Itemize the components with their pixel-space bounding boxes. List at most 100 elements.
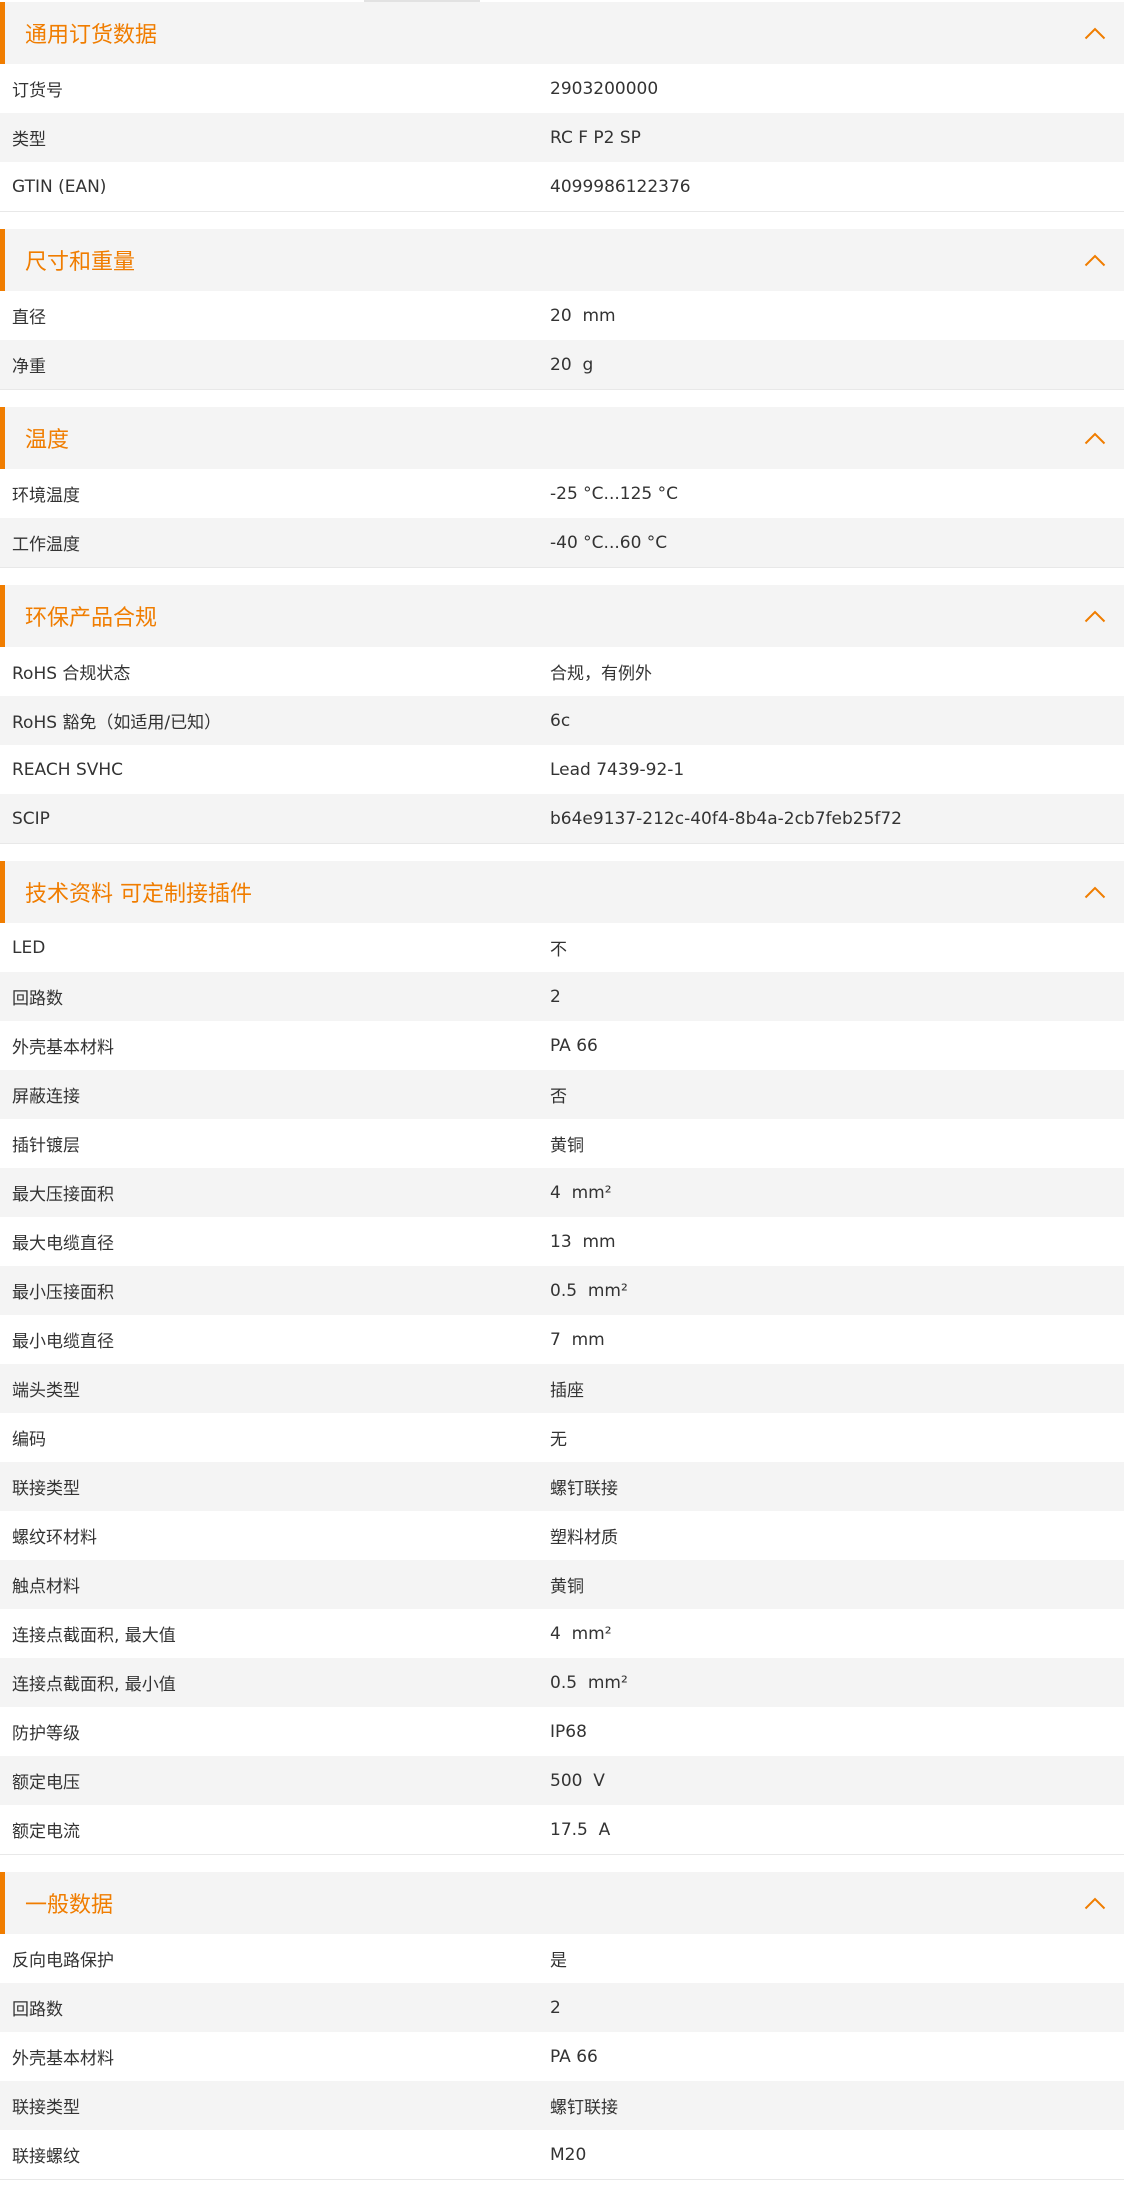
chevron-up-icon[interactable] [1080,1888,1110,1918]
spec-label: 外壳基本材料 [12,1038,114,1058]
spec-row: 最小电缆直径 7 mm [0,1315,1124,1364]
chevron-up-icon[interactable] [1080,18,1110,48]
spec-label: 回路数 [12,2000,63,2020]
spec-value: 黄铜 [550,1136,584,1156]
spec-value: 2903200000 [550,78,659,99]
spec-value: RC F P2 SP [550,127,641,148]
product-spec-page: 通用订货数据订货号 2903200000 类型 RC F P2 SP GTIN (EAN… [0,0,1124,2180]
spec-row: REACH SVHC Lead 7439-92-1 [0,745,1124,794]
section-title: 尺寸和重量 [25,250,136,275]
spec-label: 反向电路保护 [12,1951,114,1971]
spec-value: -25 °C...125 °C [550,483,678,504]
spec-row: 螺纹环材料 塑料材质 [0,1511,1124,1560]
section-header-toggle[interactable]: 技术资料 可定制接插件 [0,861,1124,923]
spec-label: 类型 [12,130,46,150]
spec-label: 触点材料 [12,1577,80,1597]
spec-section: 技术资料 可定制接插件 LED 不回路数 2 外壳基本材料 PA 66 屏蔽连接否插针镀层黄… [0,861,1124,1855]
spec-label: GTIN (EAN) [12,176,107,197]
section-title: 环保产品合规 [25,606,158,631]
spec-value: -40 °C...60 °C [550,532,668,553]
spec-row: 最大电缆直径 13 mm [0,1217,1124,1266]
spec-row: RoHS 豁免（如适用/已知） 6c [0,696,1124,745]
spec-value: 4099986122376 [550,176,691,197]
spec-value: 2 [550,986,561,1007]
section-header-toggle[interactable]: 一般数据 [0,1872,1124,1934]
spec-value: 无 [550,1430,567,1450]
spec-value: M20 [550,2144,587,2165]
spec-label: 外壳基本材料 [12,2049,114,2069]
spec-label: 连接点截面积, 最小值 [12,1675,176,1695]
spec-label: 净重 [12,357,46,377]
section-header-toggle[interactable]: 温度 [0,407,1124,469]
chevron-up-icon[interactable] [1080,877,1110,907]
chevron-up-icon[interactable] [1080,601,1110,631]
spec-label: 最小电缆直径 [12,1332,114,1352]
spec-label: 工作温度 [12,535,80,555]
spec-value: IP68 [550,1721,587,1742]
spec-value: 7 mm [550,1329,605,1350]
spec-label: 订货号 [12,81,63,101]
spec-label: 额定电流 [12,1822,80,1842]
section-title: 温度 [25,428,70,453]
spec-value: 6c [550,710,571,731]
spec-row: 工作温度 -40 °C...60 °C [0,518,1124,567]
spec-label: LED [12,937,46,958]
spec-value: 20 g [550,354,594,375]
spec-value: 黄铜 [550,1577,584,1597]
spec-value: 否 [550,1087,567,1107]
spec-label: RoHS 合规状态 [12,664,131,684]
spec-label: 额定电压 [12,1773,80,1793]
spec-label: 联接类型 [12,2098,80,2118]
spec-row: 直径 20 mm [0,291,1124,340]
spec-value: 4 mm² [550,1623,612,1644]
spec-value: PA 66 [550,1035,598,1056]
spec-row: 最小压接面积 0.5 mm² [0,1266,1124,1315]
spec-value: 4 mm² [550,1182,612,1203]
spec-row: LED 不 [0,923,1124,972]
spec-label: 最大电缆直径 [12,1234,114,1254]
section-header-toggle[interactable]: 尺寸和重量 [0,229,1124,291]
chevron-up-icon[interactable] [1080,245,1110,275]
spec-label: REACH SVHC [12,759,124,780]
chevron-up-icon[interactable] [1080,423,1110,453]
spec-row: SCIP b64e9137-212c-40f4-8b4a-2cb7feb25f72 [0,794,1124,843]
spec-label: 回路数 [12,989,63,1009]
spec-section: 一般数据 反向电路保护 是回路数 2 外壳基本材料 PA 66 联接类型 螺钉联接 联接螺纹 M2… [0,1872,1124,2180]
spec-row: 连接点截面积, 最大值 4 mm² [0,1609,1124,1658]
spec-row: 最大压接面积 4 mm² [0,1168,1124,1217]
section-title: 通用订货数据 [25,23,158,48]
spec-label: SCIP [12,808,50,829]
spec-value: Lead 7439-92-1 [550,759,685,780]
spec-label: 插针镀层 [12,1136,80,1156]
spec-section: 环保产品合规 RoHS 合规状态 合规，有例外 RoHS 豁免（如适用/已知） 6c RE… [0,585,1124,844]
spec-label: 环境温度 [12,486,80,506]
spec-label: RoHS 豁免（如适用/已知） [12,713,222,733]
spec-row: RoHS 合规状态 合规，有例外 [0,647,1124,696]
spec-value: 13 mm [550,1231,616,1252]
spec-row: 插针镀层 黄铜 [0,1119,1124,1168]
spec-value: 2 [550,1997,561,2018]
spec-row: 额定电流 17.5 A [0,1805,1124,1854]
spec-value: 0.5 mm² [550,1672,628,1693]
spec-value: 塑料材质 [550,1528,618,1548]
spec-row: 屏蔽连接 否 [0,1070,1124,1119]
spec-rows: 直径 20 mm 净重 20 g [0,291,1124,390]
spec-row: 触点材料 黄铜 [0,1560,1124,1609]
spec-rows: 订货号 2903200000 类型 RC F P2 SP GTIN (EAN) 40999… [0,64,1124,212]
spec-label: 联接类型 [12,1479,80,1499]
section-header-toggle[interactable]: 环保产品合规 [0,585,1124,647]
spec-row: 环境温度 -25 °C...125 °C [0,469,1124,518]
spec-rows: LED 不回路数 2 外壳基本材料 PA 66 屏蔽连接否插针镀层 黄铜 最大压接面积 4 mm… [0,923,1124,1855]
spec-label: 螺纹环材料 [12,1528,97,1548]
spec-row: 编码 无 [0,1413,1124,1462]
spec-label: 编码 [12,1430,46,1450]
spec-label: 屏蔽连接 [12,1087,80,1107]
spec-label: 连接点截面积, 最大值 [12,1626,176,1646]
spec-row: 额定电压 500 V [0,1756,1124,1805]
spec-label: 直径 [12,308,46,328]
spec-row: 回路数 2 [0,1983,1124,2032]
spec-row: 净重 20 g [0,340,1124,389]
spec-label: 端头类型 [12,1381,80,1401]
section-header-toggle[interactable]: 通用订货数据 [0,2,1124,64]
spec-row: 端头类型 插座 [0,1364,1124,1413]
